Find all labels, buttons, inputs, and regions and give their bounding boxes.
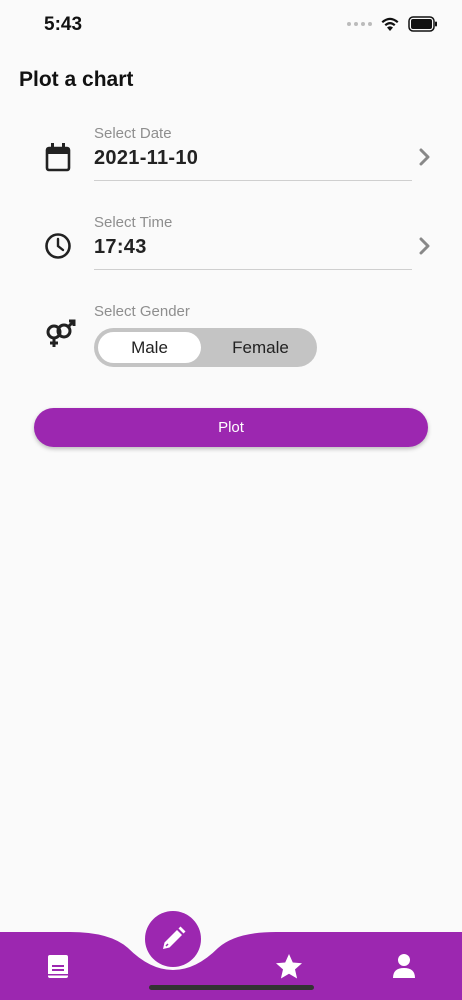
battery-icon — [408, 16, 437, 32]
page-title: Plot a chart — [19, 68, 134, 91]
user-icon — [393, 954, 415, 978]
nav-item-favorites[interactable] — [274, 952, 304, 982]
edit-fab-button[interactable] — [145, 911, 201, 967]
time-underline — [94, 269, 412, 270]
time-field[interactable]: Select Time 17:43 — [0, 209, 462, 273]
status-time: 5:43 — [44, 14, 83, 35]
signal-dots-icon — [347, 22, 372, 26]
date-field[interactable]: Select Date 2021-11-10 — [0, 120, 462, 184]
time-label: Select Time — [94, 214, 173, 231]
calendar-icon — [45, 143, 71, 172]
wifi-icon — [381, 17, 399, 31]
clock-icon — [45, 233, 71, 259]
gender-icon — [46, 319, 76, 347]
nav-item-profile[interactable] — [390, 952, 418, 980]
time-value: 17:43 — [94, 236, 147, 258]
status-icons — [347, 16, 438, 32]
plot-button[interactable]: Plot — [34, 408, 428, 447]
star-icon — [276, 954, 302, 979]
date-underline — [94, 180, 412, 181]
status-bar: 5:43 — [0, 0, 462, 50]
date-value: 2021-11-10 — [94, 147, 199, 169]
gender-toggle[interactable]: Male Female — [94, 328, 317, 367]
edit-icon — [163, 926, 186, 949]
chevron-right-icon — [419, 148, 430, 166]
gender-label: Select Gender — [94, 303, 190, 320]
gender-option-male[interactable]: Male — [98, 332, 201, 363]
gender-option-female[interactable]: Female — [208, 332, 313, 363]
chevron-right-icon — [419, 237, 430, 255]
nav-item-book[interactable] — [44, 952, 72, 980]
date-label: Select Date — [94, 125, 172, 142]
book-icon — [48, 955, 68, 978]
home-indicator — [149, 985, 314, 990]
